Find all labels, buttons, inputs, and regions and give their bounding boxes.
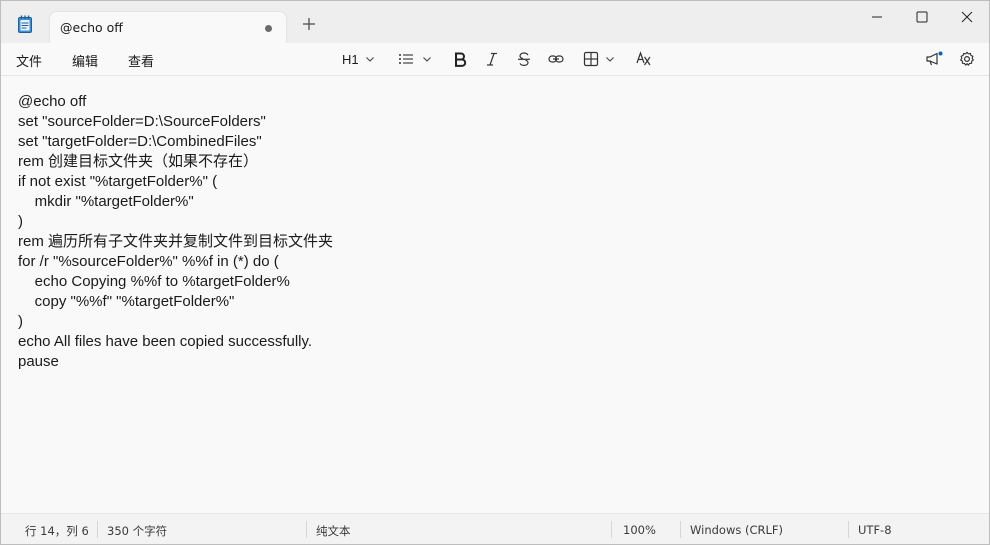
chevron-down-icon: [606, 57, 614, 62]
strikethrough-button[interactable]: [516, 50, 532, 68]
notepad-icon: [18, 15, 32, 33]
chevron-down-icon: [365, 57, 374, 62]
table-icon: [583, 51, 599, 67]
table-dropdown[interactable]: [583, 50, 615, 68]
status-divider: [611, 521, 612, 538]
menu-bar: 文件 编辑 查看 H1: [1, 43, 989, 76]
editor-line: echo Copying %%f to %targetFolder%: [18, 273, 290, 290]
status-divider: [306, 521, 307, 538]
notepad-window: @echo off 文件 编辑 查看 H1 @echo off set "sou…: [0, 0, 990, 545]
status-divider: [848, 521, 849, 538]
editor-line: set "targetFolder=D:\CombinedFiles": [18, 133, 262, 150]
chevron-down-icon: [423, 57, 431, 62]
close-icon[interactable]: [957, 7, 977, 27]
tab-title: @echo off: [60, 20, 123, 35]
gear-icon[interactable]: [959, 51, 975, 67]
minimize-icon[interactable]: [867, 7, 887, 27]
menu-view[interactable]: 查看: [128, 51, 154, 70]
editor-line: echo All files have been copied successf…: [18, 333, 313, 350]
status-bar: 行 14，列 6 350 个字符 纯文本 100% Windows (CRLF)…: [1, 513, 989, 544]
editor-line: if not exist "%targetFolder%" (: [18, 173, 218, 190]
megaphone-icon[interactable]: [925, 51, 943, 67]
editor-line: set "sourceFolder=D:\SourceFolders": [18, 113, 266, 130]
heading-label: H1: [342, 51, 359, 67]
italic-icon: [487, 52, 497, 66]
line-ending[interactable]: Windows (CRLF): [690, 523, 783, 537]
status-divider: [680, 521, 681, 538]
encoding[interactable]: UTF-8: [858, 523, 892, 537]
character-count: 350 个字符: [107, 524, 168, 538]
list-icon: [399, 54, 413, 64]
menu-file[interactable]: 文件: [16, 51, 42, 70]
editor-line: pause: [18, 353, 59, 370]
editor-line: rem 遍历所有子文件夹并复制文件到目标文件夹: [18, 233, 334, 250]
clear-formatting-button[interactable]: [636, 50, 652, 68]
document-tab[interactable]: @echo off: [49, 11, 287, 44]
unsaved-dot-icon[interactable]: [265, 25, 272, 32]
editor-line: @echo off: [18, 93, 87, 110]
editor-line: mkdir "%targetFolder%": [18, 193, 194, 210]
cursor-position[interactable]: 行 14，列 6: [25, 523, 89, 539]
menu-edit[interactable]: 编辑: [72, 51, 98, 70]
editor-line: ): [18, 313, 23, 330]
title-bar: @echo off: [1, 1, 989, 44]
text-format[interactable]: 纯文本: [316, 523, 351, 539]
editor-line: for /r "%sourceFolder%" %%f in (*) do (: [18, 253, 279, 270]
bold-icon: [455, 52, 467, 67]
link-icon: [548, 55, 564, 63]
editor-line: ): [18, 213, 23, 230]
clear-formatting-icon: [636, 51, 651, 66]
maximize-icon[interactable]: [912, 7, 932, 27]
italic-button[interactable]: [484, 50, 500, 68]
plus-icon[interactable]: [301, 16, 317, 32]
link-button[interactable]: [548, 50, 564, 68]
bold-button[interactable]: [452, 50, 468, 68]
editor-line: rem 创建目标文件夹（如果不存在）: [18, 153, 259, 170]
heading-dropdown[interactable]: H1: [342, 50, 375, 68]
strikethrough-icon: [518, 52, 530, 67]
text-editor[interactable]: @echo off set "sourceFolder=D:\SourceFol…: [1, 76, 989, 513]
list-dropdown[interactable]: [398, 50, 432, 68]
status-divider: [97, 521, 98, 538]
zoom-level[interactable]: 100%: [623, 523, 656, 537]
editor-line: copy "%%f" "%targetFolder%": [18, 293, 235, 310]
